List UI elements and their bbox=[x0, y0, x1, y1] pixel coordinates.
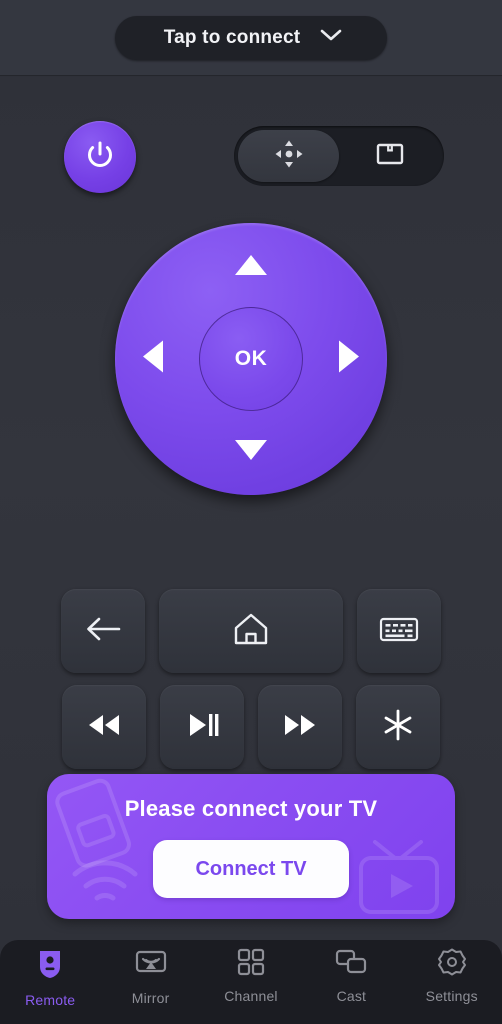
nav-label-settings: Settings bbox=[425, 988, 478, 1004]
nav-item-cast[interactable]: Cast bbox=[301, 948, 401, 1004]
fast-forward-icon bbox=[280, 712, 320, 743]
bottom-navigation: Remote Mirror Channel Cast Settings bbox=[0, 940, 502, 1024]
media-key-row bbox=[0, 685, 502, 769]
nav-item-remote[interactable]: Remote bbox=[0, 948, 100, 1008]
nav-label-remote: Remote bbox=[25, 992, 76, 1008]
rewind-icon bbox=[84, 712, 124, 743]
tv-watermark-icon bbox=[345, 816, 449, 919]
fast-forward-button[interactable] bbox=[258, 685, 342, 769]
ok-button[interactable]: OK bbox=[199, 307, 303, 411]
arrow-left-icon bbox=[141, 340, 165, 379]
cast-icon bbox=[335, 948, 367, 981]
nav-item-settings[interactable]: Settings bbox=[402, 948, 502, 1004]
dpad-container: OK bbox=[0, 223, 502, 523]
mode-toggle-touchpad[interactable] bbox=[339, 130, 440, 182]
gear-icon bbox=[437, 948, 466, 981]
keyboard-icon bbox=[378, 613, 420, 650]
arrow-up-icon bbox=[233, 255, 269, 281]
dpad[interactable]: OK bbox=[115, 223, 387, 495]
remote-icon bbox=[36, 948, 64, 985]
back-button[interactable] bbox=[61, 589, 145, 673]
mode-toggle[interactable] bbox=[234, 126, 444, 186]
nav-item-mirror[interactable]: Mirror bbox=[101, 948, 201, 1006]
nav-label-mirror: Mirror bbox=[131, 990, 170, 1006]
connect-tv-button[interactable]: Connect TV bbox=[153, 840, 349, 898]
nav-label-cast: Cast bbox=[336, 988, 367, 1004]
connect-status-label: Tap to connect bbox=[163, 26, 301, 48]
home-button[interactable] bbox=[159, 589, 343, 673]
back-arrow-icon bbox=[83, 614, 123, 649]
dpad-down-button[interactable] bbox=[233, 438, 269, 467]
banner-title: Please connect your TV bbox=[124, 796, 378, 821]
mirror-icon bbox=[135, 948, 167, 983]
keyboard-button[interactable] bbox=[357, 589, 441, 673]
arrow-down-icon bbox=[233, 440, 269, 466]
home-icon bbox=[232, 611, 270, 652]
power-icon bbox=[83, 138, 117, 177]
dpad-move-icon bbox=[272, 137, 306, 176]
dpad-up-button[interactable] bbox=[233, 253, 269, 282]
channel-grid-icon bbox=[237, 948, 265, 981]
nav-item-channel[interactable]: Channel bbox=[201, 948, 301, 1004]
arrow-right-icon bbox=[337, 340, 361, 379]
asterisk-button[interactable] bbox=[356, 685, 440, 769]
play-pause-button[interactable] bbox=[160, 685, 244, 769]
touchpad-icon bbox=[375, 141, 405, 172]
remote-body: OK Please connect your TV Connect TV bbox=[0, 77, 502, 940]
dpad-left-button[interactable] bbox=[141, 339, 165, 380]
play-pause-icon bbox=[184, 711, 220, 744]
tv-remote-app: Tap to connect OK Please connect your TV… bbox=[0, 0, 502, 1024]
rewind-button[interactable] bbox=[62, 685, 146, 769]
mode-toggle-dpad[interactable] bbox=[238, 130, 339, 182]
tap-to-connect-button[interactable]: Tap to connect bbox=[115, 15, 387, 60]
nav-key-row bbox=[0, 589, 502, 673]
chevron-down-icon bbox=[320, 28, 342, 47]
connect-tv-button-label: Connect TV bbox=[195, 857, 307, 880]
nav-label-channel: Channel bbox=[224, 988, 278, 1004]
connect-tv-banner: Please connect your TV Connect TV bbox=[47, 774, 455, 919]
dpad-right-button[interactable] bbox=[337, 339, 361, 380]
power-button[interactable] bbox=[64, 121, 136, 193]
app-header: Tap to connect bbox=[0, 0, 502, 76]
wifi-watermark-icon bbox=[69, 858, 141, 917]
asterisk-icon bbox=[381, 708, 415, 747]
ok-label: OK bbox=[234, 347, 268, 370]
top-control-row bbox=[0, 117, 502, 197]
